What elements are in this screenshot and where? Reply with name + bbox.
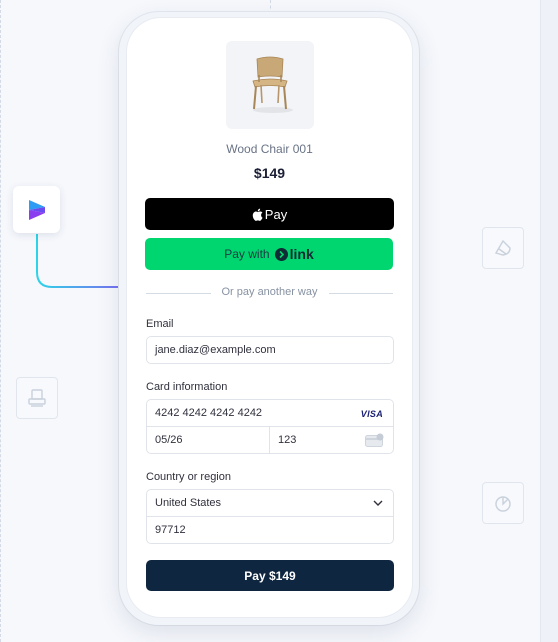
visa-brand-icon: VISA xyxy=(360,409,383,419)
cvc-card-icon xyxy=(365,433,384,447)
card-cvc-value: 123 xyxy=(278,434,297,446)
email-value: jane.diaz@example.com xyxy=(155,344,276,356)
side-tile-right-bottom xyxy=(482,482,524,524)
zip-field[interactable]: 97712 xyxy=(146,516,394,544)
card-expiry-field[interactable]: 05/26 xyxy=(146,426,270,454)
zip-value: 97712 xyxy=(155,524,186,536)
background-right-panel xyxy=(540,0,558,642)
brand-logo-tile xyxy=(13,186,60,233)
country-select[interactable]: United States xyxy=(146,489,394,517)
apple-pay-label: Pay xyxy=(264,206,288,222)
link-wordmark: link xyxy=(289,246,314,262)
link-pay-button[interactable]: Pay with link xyxy=(145,238,393,270)
card-number-field[interactable]: 4242 4242 4242 4242 VISA xyxy=(146,399,394,427)
country-value: United States xyxy=(155,497,222,509)
divider-label: Or pay another way xyxy=(215,286,324,298)
product-image xyxy=(226,41,314,129)
card-cvc-field[interactable]: 123 xyxy=(269,426,394,454)
pay-button-label: Pay $149 xyxy=(244,568,296,583)
apple-icon xyxy=(252,208,263,221)
shape-icon xyxy=(494,239,511,256)
divider-text: Or pay another way xyxy=(145,286,394,298)
chair-image xyxy=(252,56,293,113)
product-name: Wood Chair 001 xyxy=(226,142,313,156)
brand-logo-icon xyxy=(28,199,45,220)
side-tile-left xyxy=(16,377,58,419)
chart-icon xyxy=(495,496,511,512)
card-number-value: 4242 4242 4242 4242 xyxy=(155,407,263,419)
pay-button[interactable]: Pay $149 xyxy=(146,560,394,591)
apple-pay-button[interactable]: Pay xyxy=(145,198,394,230)
link-pay-prefix: Pay with xyxy=(224,247,270,261)
chevron-down-icon xyxy=(373,500,383,506)
country-label: Country or region xyxy=(146,471,231,483)
card-label: Card information xyxy=(146,381,228,393)
email-label: Email xyxy=(146,318,174,330)
product-price: $149 xyxy=(253,165,286,181)
link-arrow-icon xyxy=(274,247,288,261)
stamp-icon xyxy=(28,389,46,407)
side-tile-right-top xyxy=(482,227,524,269)
email-field[interactable]: jane.diaz@example.com xyxy=(146,336,394,364)
card-expiry-value: 05/26 xyxy=(155,434,183,446)
